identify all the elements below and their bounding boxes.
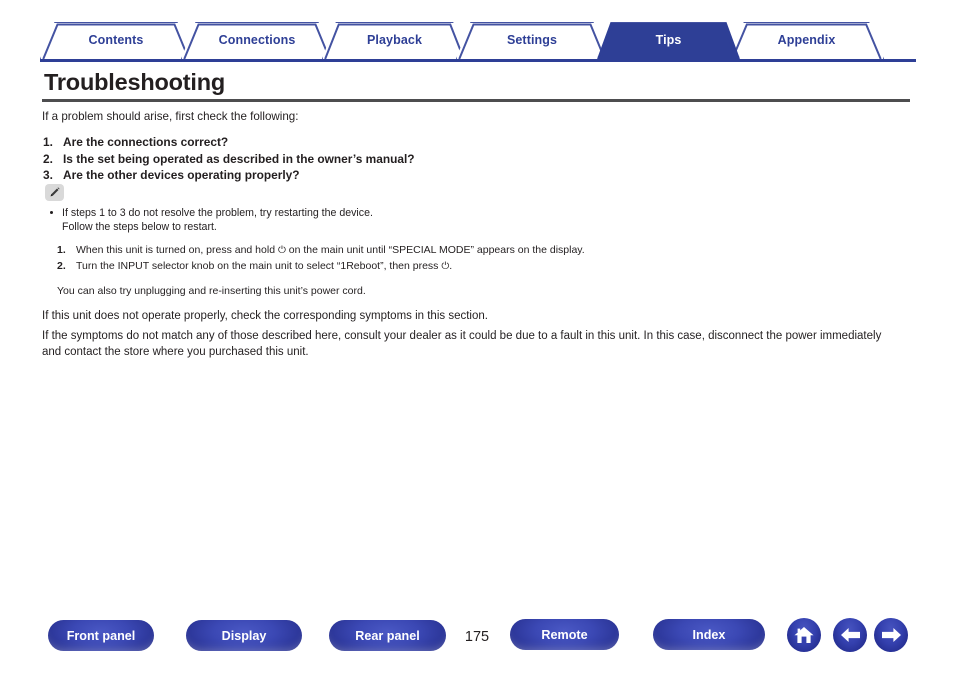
home-icon bbox=[793, 625, 815, 645]
button-label: Rear panel bbox=[355, 628, 420, 643]
tab-label: Connections bbox=[218, 33, 296, 47]
note-also-text: You can also try unplugging and re-inser… bbox=[57, 285, 366, 297]
closing-paragraph-2: If the symptoms do not match any of thos… bbox=[42, 330, 882, 359]
home-button[interactable] bbox=[787, 618, 821, 652]
tab-bar-rule bbox=[40, 59, 916, 62]
lead-paragraph: If a problem should arise, first check t… bbox=[42, 110, 299, 123]
remote-button[interactable]: Remote bbox=[510, 619, 619, 650]
tab-contents[interactable]: Contents bbox=[40, 22, 192, 59]
list-item: 1. When this unit is turned on, press an… bbox=[57, 243, 907, 258]
list-item-number: 2. bbox=[43, 151, 53, 166]
tab-label: Tips bbox=[655, 33, 682, 47]
tabs-row: Contents Connections Playback Settings T… bbox=[40, 22, 916, 59]
list-item: 2. Is the set being operated as describe… bbox=[42, 152, 912, 168]
button-label: Remote bbox=[541, 627, 588, 642]
step-text-pre: Turn the INPUT selector knob on the main… bbox=[76, 260, 442, 273]
forward-button[interactable] bbox=[874, 618, 908, 652]
tab-tips[interactable]: Tips bbox=[597, 22, 740, 59]
tab-connections[interactable]: Connections bbox=[181, 22, 333, 59]
list-item: 3. Are the other devices operating prope… bbox=[42, 168, 912, 184]
tab-playback[interactable]: Playback bbox=[322, 22, 467, 59]
list-item: 1. Are the connections correct? bbox=[42, 135, 912, 151]
arrow-right-icon bbox=[880, 626, 903, 644]
rear-panel-button[interactable]: Rear panel bbox=[329, 620, 446, 651]
tab-label: Settings bbox=[506, 33, 558, 47]
list-item-label: Are the connections correct? bbox=[63, 134, 229, 149]
tab-label: Contents bbox=[88, 33, 144, 47]
step-text-post: . bbox=[449, 260, 453, 273]
note-bullet-continuation: Follow the steps below to restart. bbox=[62, 221, 217, 234]
list-item-number: 1. bbox=[57, 244, 66, 256]
page-title: Troubleshooting bbox=[44, 69, 226, 95]
page-number: 175 bbox=[464, 629, 490, 645]
bullet-dot-icon bbox=[50, 211, 53, 214]
main-content: If a problem should arise, first check t… bbox=[42, 109, 912, 358]
tab-appendix[interactable]: Appendix bbox=[729, 22, 884, 59]
arrow-left-icon bbox=[839, 626, 862, 644]
step-text-pre: When this unit is turned on, press and h… bbox=[76, 244, 278, 256]
button-label: Front panel bbox=[66, 628, 136, 643]
button-label: Display bbox=[221, 628, 267, 643]
title-divider bbox=[42, 99, 910, 102]
pencil-icon bbox=[45, 184, 64, 201]
list-item-number: 3. bbox=[43, 168, 53, 183]
checklist: 1. Are the connections correct? 2. Is th… bbox=[42, 135, 912, 184]
list-item-label: Is the set being operated as described i… bbox=[63, 151, 415, 166]
note-bullet: If steps 1 to 3 do not resolve the probl… bbox=[45, 206, 905, 235]
power-symbol-icon: ⏻ bbox=[277, 245, 286, 256]
tab-label: Playback bbox=[366, 33, 422, 47]
tab-bar: Contents Connections Playback Settings T… bbox=[40, 22, 916, 62]
tab-label: Appendix bbox=[777, 33, 836, 47]
display-button[interactable]: Display bbox=[186, 620, 302, 651]
step-text-post: on the main unit until “SPECIAL MODE” ap… bbox=[285, 244, 585, 256]
button-label: Index bbox=[692, 627, 726, 642]
list-item-number: 1. bbox=[43, 134, 53, 149]
note-bullet-text: If steps 1 to 3 do not resolve the probl… bbox=[62, 207, 373, 219]
closing-paragraph-1: If this unit does not operate properly, … bbox=[42, 310, 488, 322]
footer-nav: Front panel Display Rear panel 175 Remot… bbox=[0, 615, 954, 665]
index-button[interactable]: Index bbox=[653, 619, 765, 650]
note-bullet-line: If steps 1 to 3 do not resolve the probl… bbox=[45, 206, 905, 220]
restart-steps: 1. When this unit is turned on, press an… bbox=[57, 243, 907, 275]
list-item-label: Are the other devices operating properly… bbox=[63, 168, 300, 183]
front-panel-button[interactable]: Front panel bbox=[48, 620, 154, 651]
back-button[interactable] bbox=[833, 618, 867, 652]
list-item-number: 2. bbox=[57, 260, 66, 273]
tab-settings[interactable]: Settings bbox=[456, 22, 608, 59]
list-item: 2. Turn the INPUT selector knob on the m… bbox=[57, 259, 907, 274]
